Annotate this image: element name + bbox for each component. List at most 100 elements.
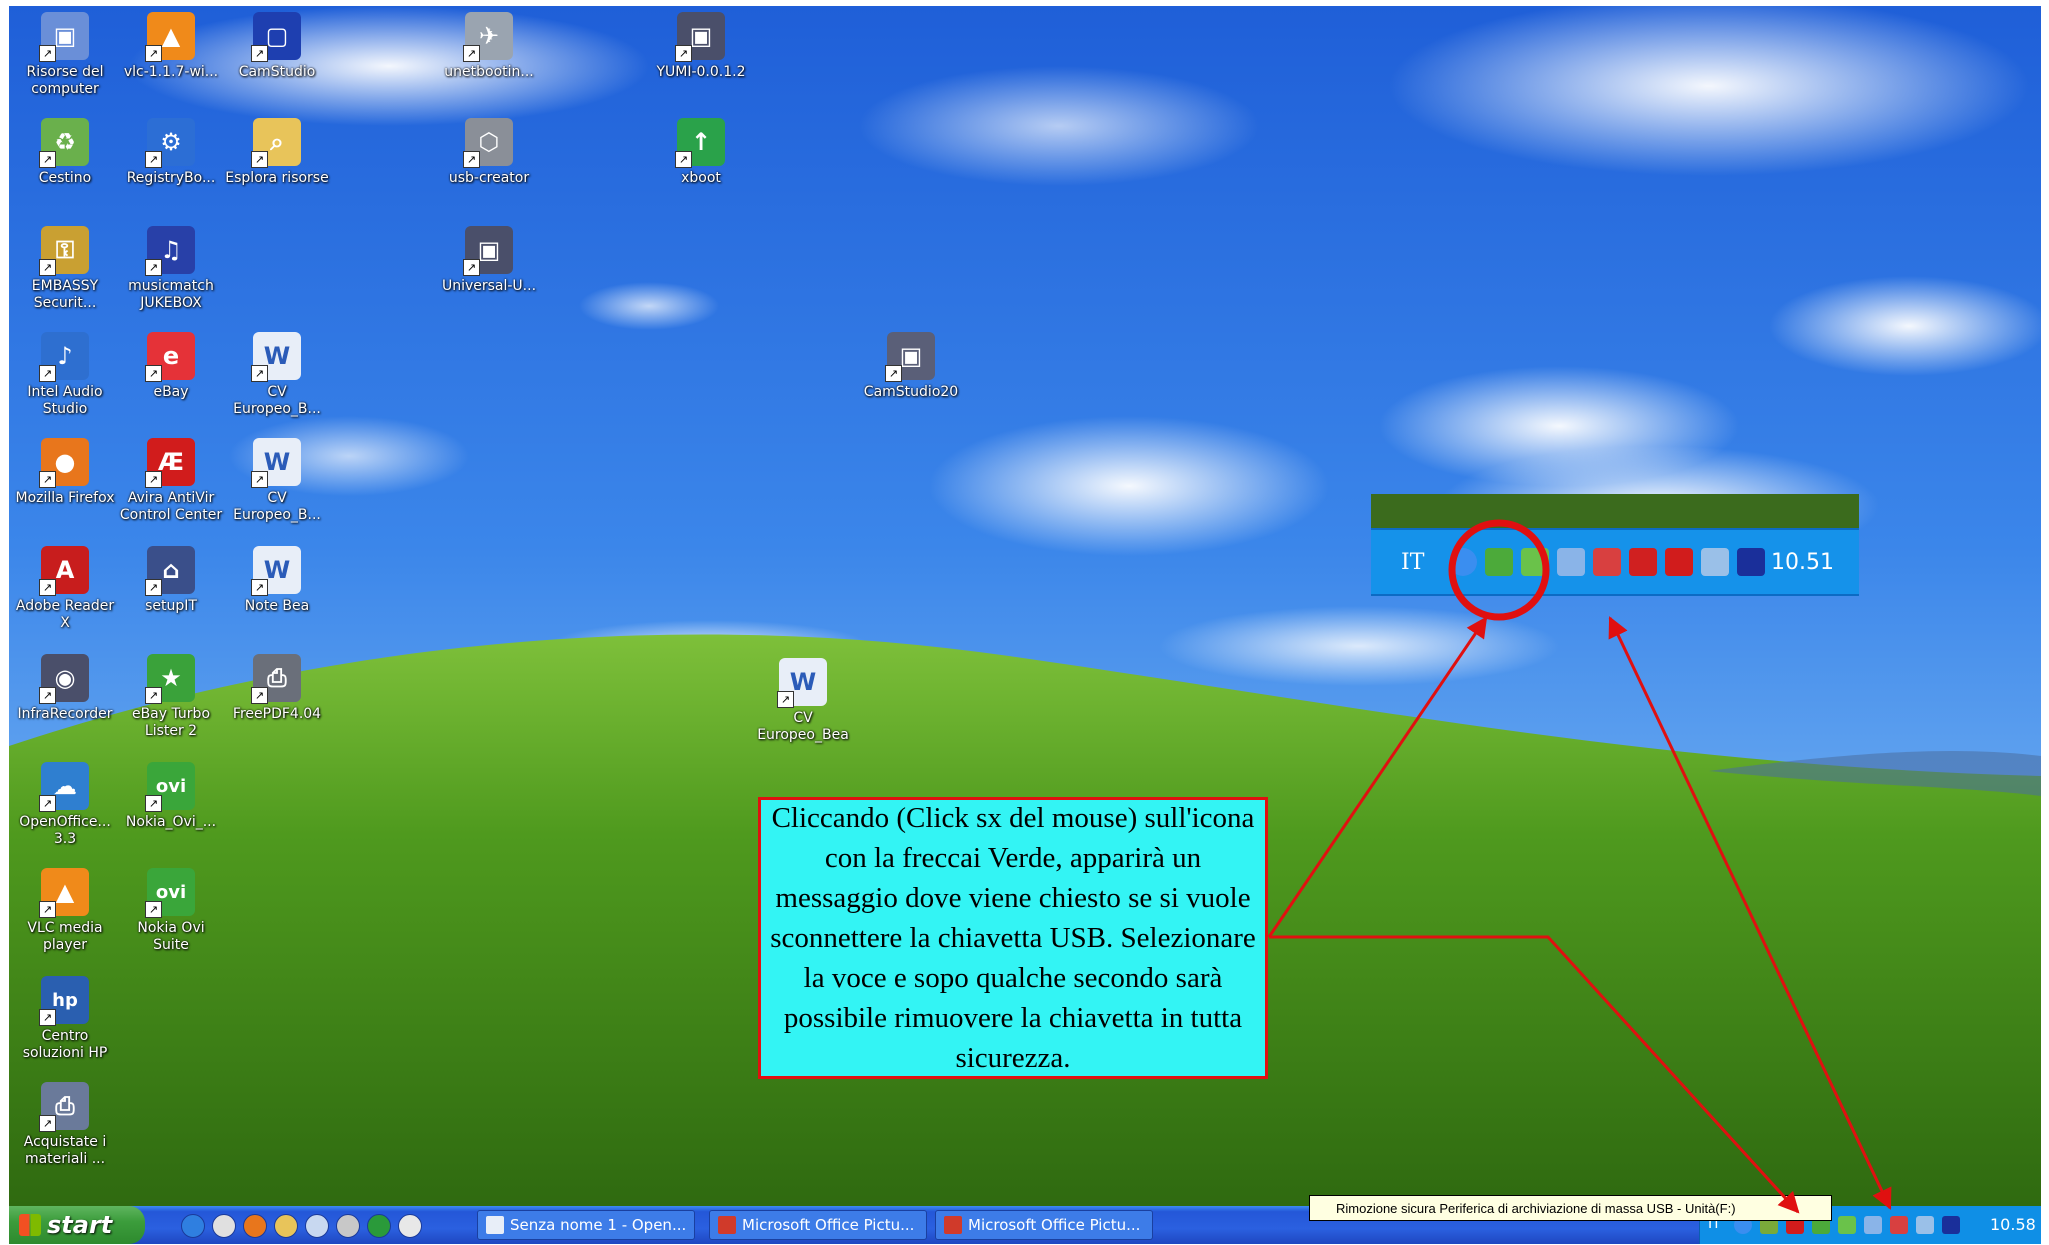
desktop-icon[interactable]: ÆAvira AntiVir Control Center [119,438,223,524]
camstudio20-icon: ▣ [885,332,935,382]
zoom-clock: 10.51 [1771,550,1834,575]
app-tray-icon[interactable] [1942,1216,1960,1234]
desktop-icon[interactable]: ♫musicmatch JUKEBOX [119,226,223,312]
zoom-background [1371,494,1859,528]
desktop-icon-label: usb-creator [448,170,530,186]
desktop-icon-label: Risorse del computer [26,64,104,97]
internet-explorer-icon[interactable] [181,1214,205,1238]
desktop-icon[interactable]: ⎙ FreePDF4.04 [225,654,329,723]
desktop-icon[interactable]: ▲VLC media player [13,868,117,954]
monitor-icon[interactable] [1864,1216,1882,1234]
desktop-icon-label: Universal-U... [441,278,537,294]
word-doc-icon: W [777,658,827,708]
musicmatch-icon: ♫ [145,226,195,276]
desktop-icon[interactable]: AAdobe Reader X [13,546,117,632]
graph-icon[interactable] [1916,1216,1934,1234]
desktop-icon[interactable]: ♪Intel Audio Studio [13,332,117,418]
desktop-icon[interactable]: ▲ vlc-1.1.7-wi... [119,12,223,81]
desktop-icon-label: setupIT [145,598,197,614]
desktop-icon-label: unetbootin... [444,64,534,80]
desktop-icon[interactable]: WCV Europeo_B... [225,332,329,418]
desktop-icon[interactable]: ☁OpenOffice... 3.3 [13,762,117,848]
taskbar-window-button[interactable]: Senza nome 1 - Open... [477,1210,695,1240]
desktop-icon[interactable]: ♻ Cestino [13,118,117,187]
desktop-icon-label: Adobe Reader X [15,598,115,631]
desktop-icon-label: RegistryBo... [126,170,216,186]
desktop-icon-label: Intel Audio Studio [27,384,103,417]
desktop-icon[interactable]: ▣ CamStudio20 [859,332,963,401]
xboot-icon: ↑ [675,118,725,168]
media-icon[interactable] [336,1214,360,1238]
desktop-icon[interactable]: ▢ CamStudio [225,12,329,81]
desktop-icon-label: Esplora risorse [225,170,329,186]
taskbar-window-label: Senza nome 1 - Open... [510,1216,687,1234]
desktop-icon[interactable]: oviNokia Ovi Suite [119,868,223,954]
desktop-icon[interactable]: ● Mozilla Firefox [13,438,117,507]
network-icon [1521,548,1549,576]
desktop-icon[interactable]: ▣ Universal-U... [437,226,541,295]
desktop-icon[interactable]: ⎙Acquistate i materiali ... [13,1082,117,1168]
chrome-icon[interactable] [212,1214,236,1238]
infrarecorder-icon: ◉ [39,654,89,704]
vlc-icon: ▲ [39,868,89,918]
start-button[interactable]: start [9,1206,145,1244]
desktop-icon[interactable]: ⚿EMBASSY Securit... [13,226,117,312]
network-icon[interactable] [1838,1216,1856,1234]
desktop-icon[interactable]: ◉ InfraRecorder [13,654,117,723]
desktop-icon[interactable]: ovi Nokia_Ovi_... [119,762,223,831]
word-doc-icon: W [251,546,301,596]
desktop-icon-label: FreePDF4.04 [232,706,322,722]
desktop-icon[interactable]: hpCentro soluzioni HP [13,976,117,1062]
desktop-icon[interactable]: ⌂ setupIT [119,546,223,615]
desktop-icon[interactable]: WCV Europeo_Bea [751,658,855,744]
taskbar-window-button[interactable]: Microsoft Office Pictu... [709,1210,927,1240]
desktop-icon-label: CV Europeo_B... [233,490,321,523]
tray-clock[interactable]: 10.58 [1990,1215,2036,1234]
usb-creator-icon: ⬡ [463,118,513,168]
registry-icon: ⚙ [145,118,195,168]
desktop-icon-label: CV Europeo_Bea [757,710,849,743]
instruction-callout: Cliccando (Click sx del mouse) sull'icon… [758,797,1268,1079]
ovi-icon: ovi [145,762,195,812]
word-doc-icon: W [251,332,301,382]
desktop-icon[interactable]: ↑ xboot [649,118,753,187]
tooltip-text: Rimozione sicura Periferica di archiviaz… [1336,1200,1736,1216]
excel-icon[interactable] [367,1214,391,1238]
desktop-icon[interactable]: ★eBay Turbo Lister 2 [119,654,223,740]
desktop-icon[interactable]: W Note Bea [225,546,329,615]
lock-icon: ⚿ [39,226,89,276]
taskbar-window-button[interactable]: Microsoft Office Pictu... [935,1210,1153,1240]
tray-zoom-inset: IT 10.51 [1371,494,1859,602]
picture-manager-icon [944,1216,962,1234]
desktop-icon-label: musicmatch JUKEBOX [128,278,214,311]
disconnected-icon[interactable] [1890,1216,1908,1234]
desktop-icon-label: Note Bea [244,598,310,614]
avira-icon: Æ [145,438,195,488]
desktop-icon-label: CV Europeo_B... [233,384,321,417]
desktop-icon-label: InfraRecorder [17,706,113,722]
picture-manager-icon [718,1216,736,1234]
desktop-icon-label: Centro soluzioni HP [22,1028,108,1061]
desktop-icon[interactable]: ⌕ Esplora risorse [225,118,329,187]
disconnected-icon [1593,548,1621,576]
hp-icon: hp [39,976,89,1026]
sync-icon[interactable] [305,1214,329,1238]
ebay-icon: e [145,332,195,382]
desktop-icon[interactable]: ✈ unetbootin... [437,12,541,81]
desktop-icon-label: Cestino [38,170,92,186]
folder-icon[interactable] [274,1214,298,1238]
desktop-icon[interactable]: e eBay [119,332,223,401]
desktop-icon[interactable]: ⬡ usb-creator [437,118,541,187]
desktop-icon[interactable]: WCV Europeo_B... [225,438,329,524]
desktop-icon-label: eBay [153,384,189,400]
desktop-icon[interactable]: ▣ YUMI-0.0.1.2 [649,12,753,81]
speaker-icon: ♪ [39,332,89,382]
desktop-icon[interactable]: ▣Risorse del computer [13,12,117,98]
disc-icon[interactable] [398,1214,422,1238]
firefox-icon[interactable] [243,1214,267,1238]
desktop-icon[interactable]: ⚙ RegistryBo... [119,118,223,187]
freepdf-icon: ⎙ [251,654,301,704]
safely-remove-icon [1485,548,1513,576]
setup-icon: ⌂ [145,546,195,596]
shield-icon [1629,548,1657,576]
